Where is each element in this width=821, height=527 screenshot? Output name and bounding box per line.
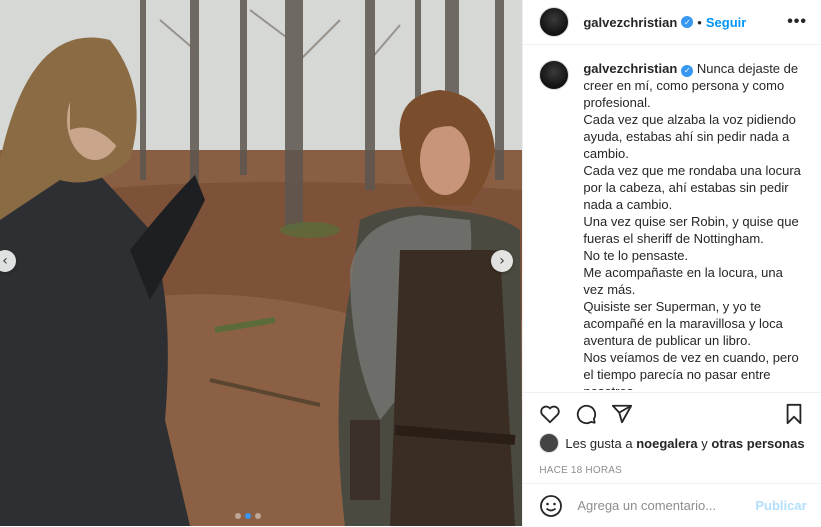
bookmark-icon[interactable]: [783, 403, 805, 425]
caption-avatar[interactable]: [539, 60, 570, 90]
comment-icon[interactable]: [575, 403, 597, 425]
more-options-button[interactable]: •••: [787, 13, 807, 31]
carousel-dot: [255, 513, 261, 519]
post-sidebar: galvezchristian ✓ • Seguir ••• galvezchr…: [522, 0, 821, 526]
avatar[interactable]: [539, 7, 570, 37]
caption-paragraph: No te lo pensaste.: [583, 248, 689, 263]
likes-prefix: Les gusta a: [565, 435, 633, 451]
verified-badge-icon: ✓: [681, 64, 694, 77]
share-icon[interactable]: [611, 403, 633, 425]
action-bar: [539, 393, 805, 435]
likes-summary: Les gusta a noegalera y otras personas: [539, 433, 805, 453]
liker-avatar[interactable]: [539, 433, 560, 453]
header-username[interactable]: galvezchristian: [583, 15, 677, 30]
header-separator: •: [697, 14, 702, 30]
likes-conjunction: y: [701, 435, 708, 451]
publish-button[interactable]: Publicar: [755, 498, 806, 513]
caption-text: galvezchristian ✓ Nunca dejaste de creer …: [583, 60, 805, 390]
comment-form: Publicar: [523, 483, 821, 527]
caption-paragraph: Nos veíamos de vez en cuando, pero el ti…: [583, 350, 799, 390]
liker-username[interactable]: noegalera: [636, 436, 697, 451]
carousel-indicator: [235, 513, 261, 519]
carousel-next-button[interactable]: ›: [491, 250, 513, 272]
verified-badge-icon: ✓: [681, 16, 694, 28]
forest-scene-image: [0, 0, 523, 526]
follow-button[interactable]: Seguir: [706, 15, 746, 30]
comment-input[interactable]: [575, 497, 756, 514]
instagram-post: ‹ › galvezchristian ✓ • Seguir ••• galve…: [0, 0, 821, 526]
caption-paragraph: Cada vez que alzaba la voz pidiendo ayud…: [583, 112, 796, 161]
caption-paragraph: Me acompañaste en la locura, una vez más…: [583, 265, 783, 297]
caption-paragraph: Una vez quise ser Robin, y quise que fue…: [583, 214, 799, 246]
caption-username[interactable]: galvezchristian: [583, 61, 677, 76]
post-footer: Les gusta a noegalera y otras personas H…: [523, 392, 821, 476]
post-header: galvezchristian ✓ • Seguir •••: [523, 0, 821, 45]
post-photo[interactable]: ‹ ›: [0, 0, 523, 526]
caption: galvezchristian ✓ Nunca dejaste de creer …: [539, 60, 805, 390]
caption-paragraph: Cada vez que me rondaba una locura por l…: [583, 163, 801, 212]
post-timestamp[interactable]: HACE 18 HORAS: [539, 465, 805, 476]
emoji-icon[interactable]: [539, 494, 563, 518]
caption-scroll-area[interactable]: galvezchristian ✓ Nunca dejaste de creer …: [523, 60, 821, 390]
carousel-dot-active: [245, 513, 251, 519]
heart-icon[interactable]: [539, 403, 561, 425]
likes-others-link[interactable]: otras personas: [711, 436, 804, 451]
caption-paragraph: Quisiste ser Superman, y yo te acompañé …: [583, 299, 783, 348]
carousel-dot: [235, 513, 241, 519]
